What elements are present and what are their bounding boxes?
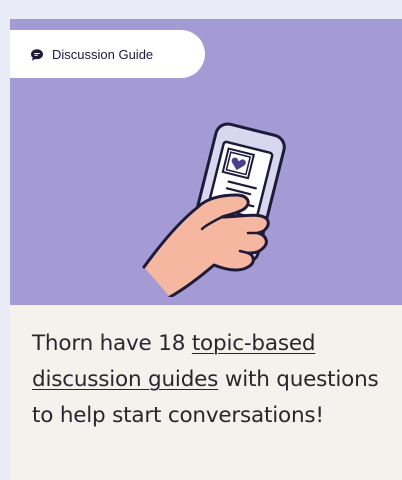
hand-holding-phone-illustration [140,117,310,301]
speech-bubble-icon [30,47,44,61]
discussion-guide-card[interactable]: Discussion Guide Thorn have 18 topic-bas… [10,19,402,480]
badge-label: Discussion Guide [52,46,154,62]
card-description: Thorn have 18 topic-based discussion gui… [32,326,392,434]
category-badge: Discussion Guide [10,30,205,78]
card-hero: Discussion Guide [10,19,402,305]
description-text-start: Thorn have 18 [32,331,192,356]
